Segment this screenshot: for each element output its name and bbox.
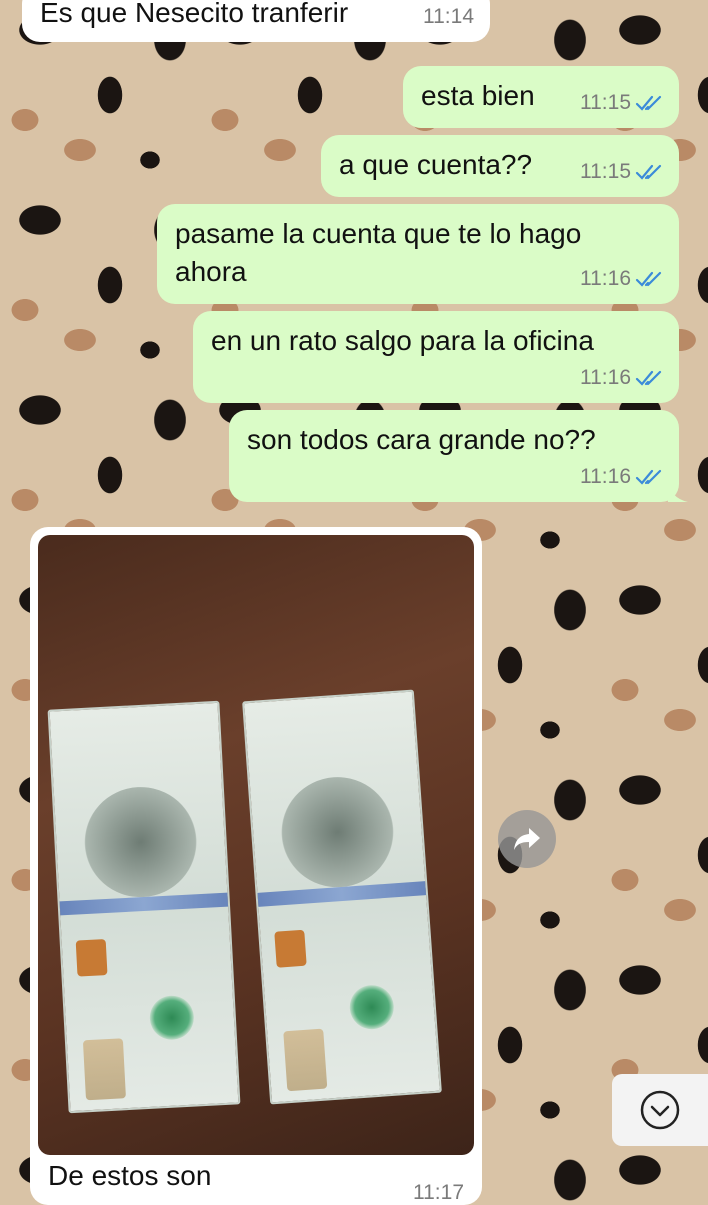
message-time: 11:15 [580, 84, 663, 122]
chevron-down-circle-icon [640, 1090, 680, 1130]
banknote-image [47, 700, 241, 1114]
message-time: 11:14 [423, 5, 474, 28]
outgoing-message[interactable]: esta bien 11:15 [403, 66, 679, 128]
message-time: 11:16 [580, 458, 663, 496]
double-check-icon [635, 469, 662, 485]
forward-button[interactable] [498, 810, 556, 868]
message-text: esta bien [421, 80, 535, 111]
message-text: en un rato salgo para la oficina [211, 325, 594, 356]
outgoing-message[interactable]: pasame la cuenta que te lo hago ahora 11… [157, 204, 679, 304]
message-text: pasame la cuenta que te lo hago ahora [175, 218, 582, 287]
photo-message[interactable]: De estos son 11:17 [30, 527, 482, 1205]
photo-attachment[interactable] [38, 535, 474, 1155]
message-time: 11:16 [580, 359, 663, 397]
banknote-image [242, 689, 442, 1105]
double-check-icon [635, 164, 662, 180]
message-time: 11:17 [413, 1181, 464, 1204]
message-text: son todos cara grande no?? [247, 424, 596, 455]
double-check-icon [635, 370, 662, 386]
outgoing-message[interactable]: en un rato salgo para la oficina 11:16 [193, 311, 679, 403]
incoming-message[interactable]: Es que Nesecito tranferir 11:14 [22, 0, 490, 42]
double-check-icon [635, 95, 662, 111]
scroll-to-bottom-button[interactable] [612, 1074, 708, 1146]
message-text: a que cuenta?? [339, 149, 533, 180]
outgoing-message[interactable]: a que cuenta?? 11:15 [321, 135, 679, 197]
outgoing-message[interactable]: son todos cara grande no?? 11:16 [229, 410, 688, 502]
double-check-icon [635, 271, 662, 287]
message-time: 11:16 [580, 260, 663, 298]
photo-caption: De estos son [48, 1160, 212, 1191]
message-time: 11:15 [580, 153, 663, 191]
bubble-tail [668, 480, 688, 502]
message-text: Es que Nesecito tranferir [40, 0, 349, 28]
chat-area: Es que Nesecito tranferir 11:14 esta bie… [0, 0, 708, 1205]
forward-arrow-icon [514, 828, 540, 850]
